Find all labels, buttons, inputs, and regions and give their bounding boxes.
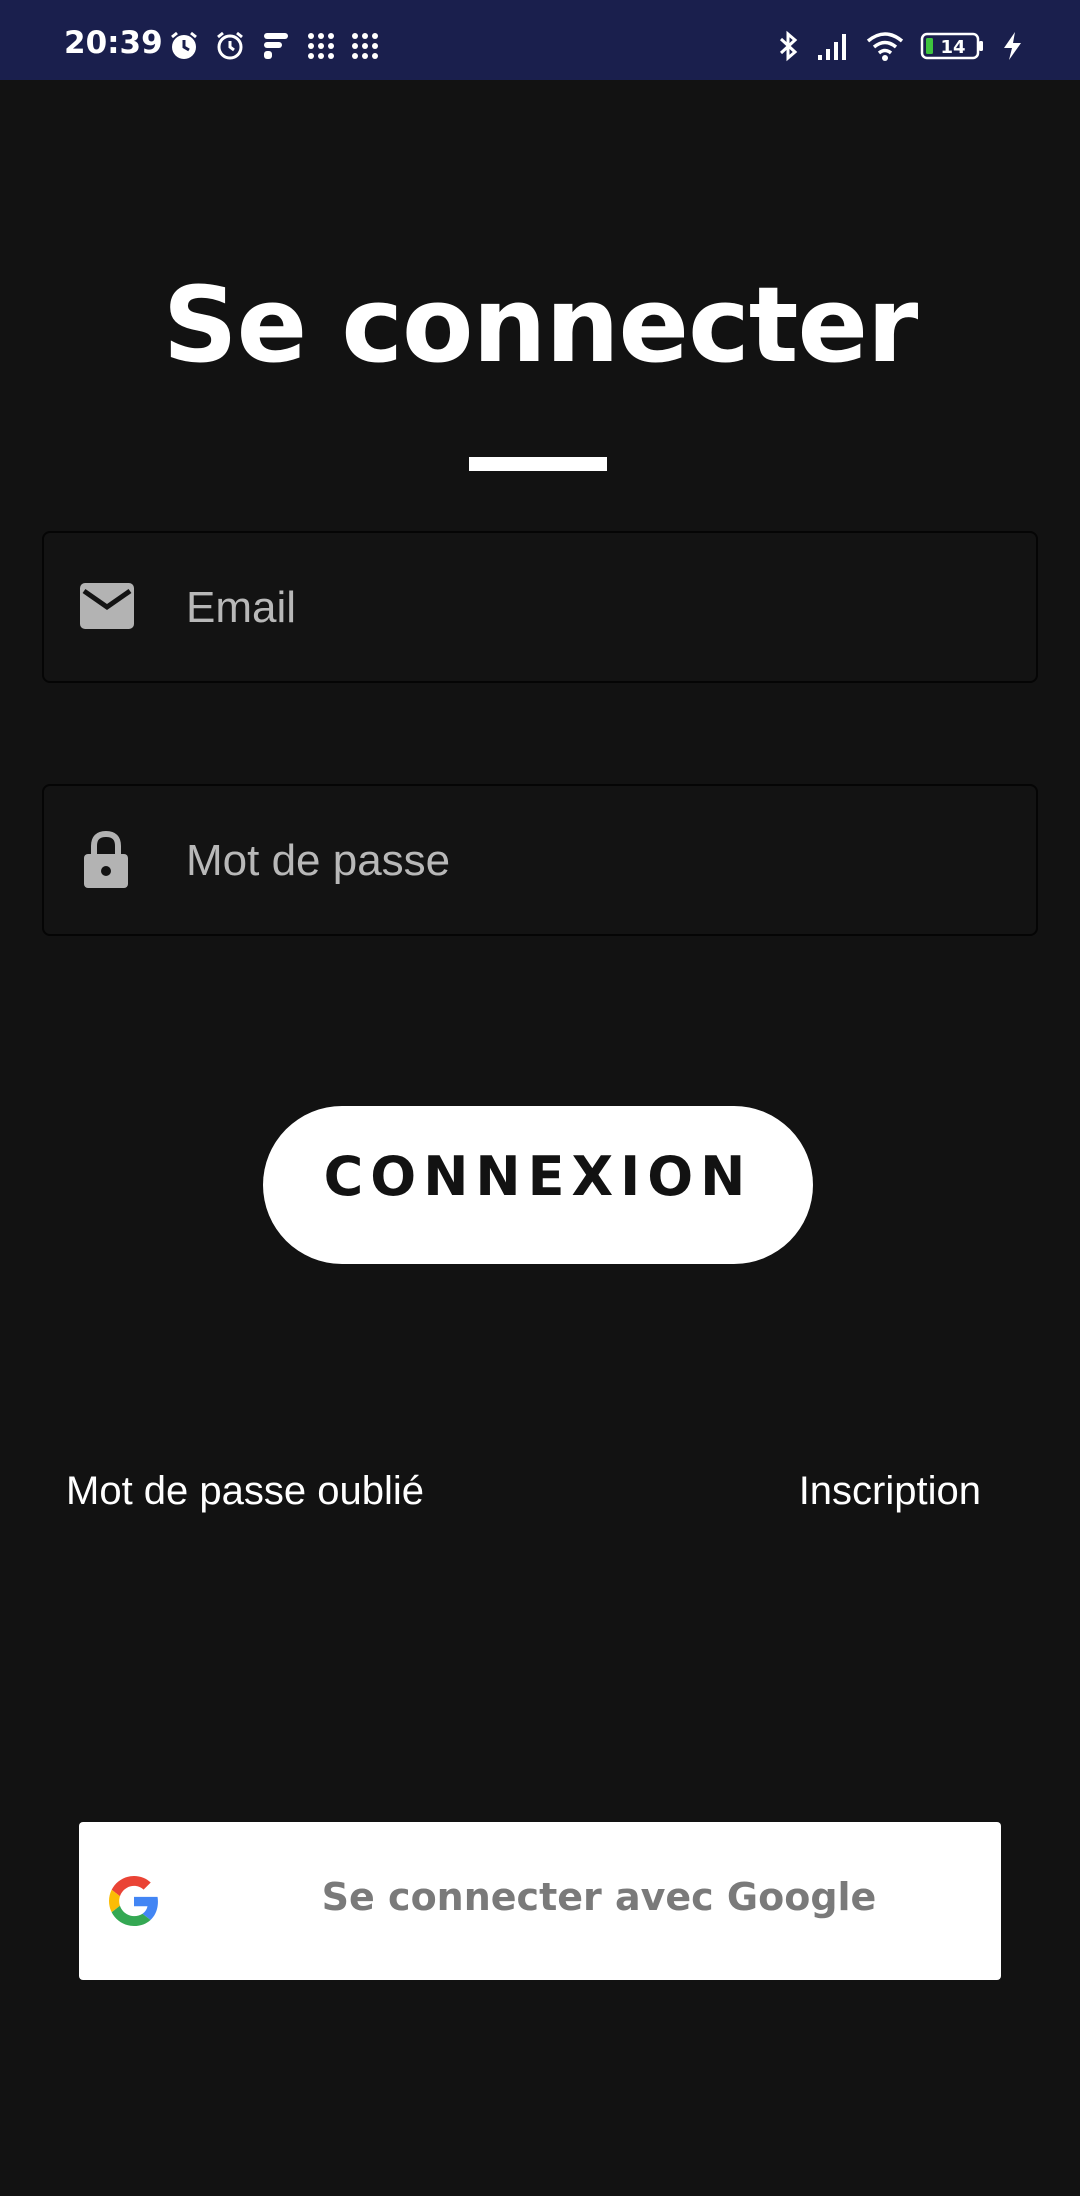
email-field[interactable] [42,531,1038,683]
password-field[interactable] [42,784,1038,936]
forgot-password-link[interactable]: Mot de passe oublié [66,1464,424,1518]
mail-icon [80,583,134,629]
alarm-clock-icon [217,31,243,60]
charging-icon [1004,32,1021,60]
alarm-icon [171,31,197,59]
status-bar: 20:39 14 [0,0,1080,80]
grid-app-icon [308,33,334,59]
wifi-icon [866,32,904,61]
email-input[interactable] [184,533,1008,683]
google-button-label: Se connecter avec Google [321,1875,877,1919]
battery-icon: 14 [920,32,983,60]
password-input[interactable] [184,786,1008,936]
google-icon [109,1876,158,1926]
page-title: Se connecter [162,264,919,386]
lock-icon [84,830,128,888]
google-signin-button[interactable]: Se connecter avec Google [79,1822,1001,1980]
app-notification-icon [264,33,288,59]
grid-app-icon [352,33,378,59]
bluetooth-icon [779,30,798,62]
connexion-button[interactable]: CONNEXION [263,1106,813,1264]
register-link[interactable]: Inscription [799,1464,981,1518]
title-underline [469,457,607,471]
signal-icon [818,34,846,60]
svg-text:14: 14 [940,37,965,58]
status-time: 20:39 [64,25,163,61]
